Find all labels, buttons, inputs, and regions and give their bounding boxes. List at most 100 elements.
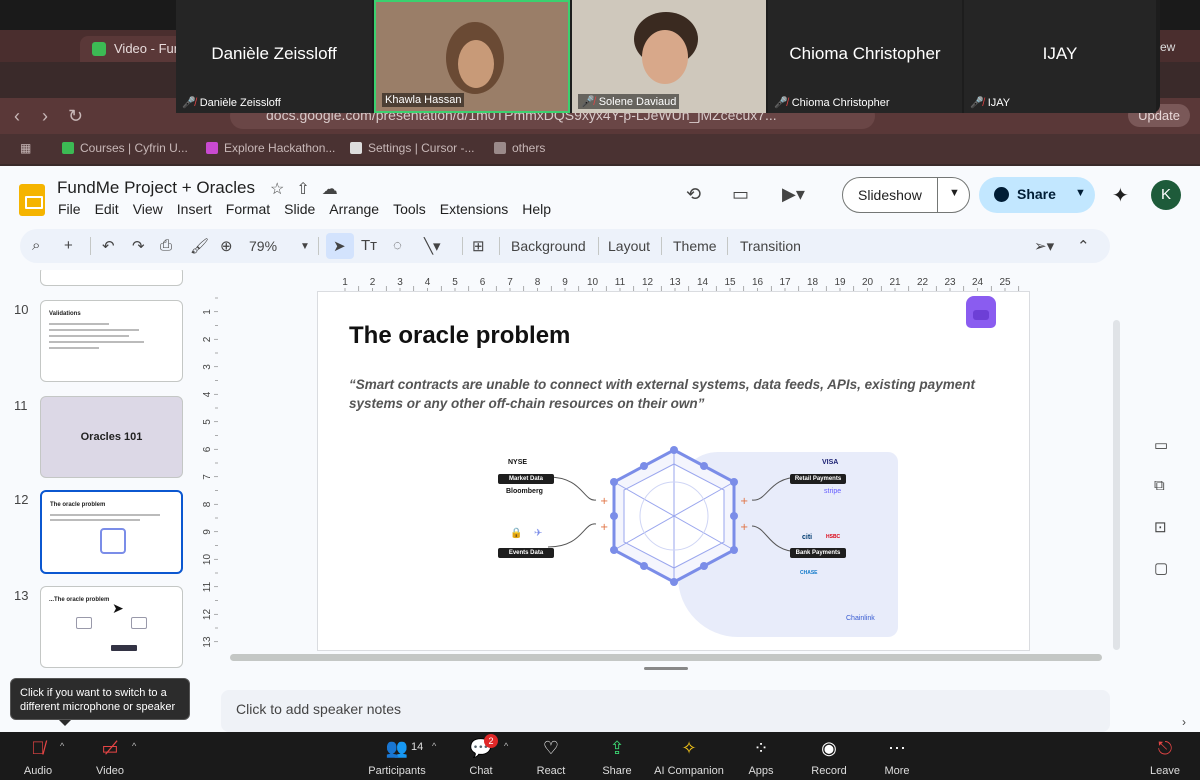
slide-title[interactable]: The oracle problem bbox=[349, 322, 570, 350]
cursor-select-icon[interactable]: ➤ bbox=[333, 237, 346, 255]
chevron-down-icon[interactable]: ▼ bbox=[1075, 187, 1086, 199]
slide-thumbnail[interactable]: Oracles 101 bbox=[40, 396, 183, 478]
slide-quote[interactable]: “Smart contracts are unable to connect w… bbox=[349, 375, 999, 413]
bookmark-courses[interactable]: Courses | Cyfrin U... bbox=[62, 141, 188, 155]
slide-thumbnail-selected[interactable]: The oracle problem bbox=[40, 490, 183, 574]
ruler-label: 25 bbox=[999, 277, 1011, 288]
menu-format[interactable]: Format bbox=[226, 201, 270, 217]
print-icon[interactable]: ⎙ bbox=[160, 237, 172, 254]
bookmark-others[interactable]: others bbox=[494, 141, 545, 155]
document-title[interactable]: FundMe Project + Oracles bbox=[57, 178, 255, 198]
speaker-notes-placeholder[interactable]: Click to add speaker notes bbox=[236, 701, 401, 717]
comments-icon[interactable]: ▭ bbox=[732, 184, 749, 205]
star-icon[interactable]: ☆ bbox=[270, 181, 284, 198]
menu-view[interactable]: View bbox=[133, 201, 163, 217]
more-button[interactable]: ⋯ More bbox=[862, 736, 932, 777]
forward-icon[interactable]: › bbox=[42, 106, 48, 127]
audio-options-chevron-icon[interactable]: ^ bbox=[60, 741, 64, 751]
search-icon[interactable]: ⌕ bbox=[32, 237, 40, 254]
menu-extensions[interactable]: Extensions bbox=[440, 201, 508, 217]
undo-icon[interactable]: ↶ bbox=[102, 237, 115, 255]
pen-tool-icon[interactable]: ➢▾ bbox=[1034, 237, 1054, 255]
react-button[interactable]: ♡ React bbox=[516, 736, 586, 777]
record-button[interactable]: ◉ Record bbox=[794, 736, 864, 777]
view-toggle[interactable]: ew bbox=[1160, 40, 1175, 54]
slide-thumbnail-partial[interactable] bbox=[40, 270, 183, 286]
menu-help[interactable]: Help bbox=[522, 201, 551, 217]
menu-slide[interactable]: Slide bbox=[284, 201, 315, 217]
new-slide-icon[interactable]: + bbox=[64, 237, 73, 254]
participant-tile[interactable]: IJAY 🎤̸ IJAY bbox=[964, 0, 1156, 113]
line-icon[interactable]: ╲▾ bbox=[424, 237, 441, 255]
chat-badge: 2 bbox=[484, 734, 498, 748]
apps-button[interactable]: ⁘ Apps bbox=[726, 736, 796, 777]
bookmark-label: Courses | Cyfrin U... bbox=[80, 141, 188, 155]
move-folder-icon[interactable]: ⇧ bbox=[296, 181, 309, 198]
participant-tile-active[interactable]: Khawla Hassan bbox=[374, 0, 570, 113]
ruler-label: 13 bbox=[202, 636, 213, 648]
shape-icon[interactable]: ◌ bbox=[393, 237, 402, 254]
chat-chevron-icon[interactable]: ^ bbox=[504, 741, 508, 751]
redo-icon[interactable]: ↷ bbox=[132, 237, 145, 255]
back-icon[interactable]: ‹ bbox=[14, 106, 20, 127]
ai-companion-button[interactable]: ✧ AI Companion bbox=[646, 736, 732, 777]
layout-button[interactable]: Layout bbox=[608, 238, 650, 254]
reload-icon[interactable]: ↻ bbox=[68, 106, 83, 127]
thumbnail-diagram bbox=[100, 528, 126, 554]
contacts-icon[interactable]: ⊡ bbox=[1154, 518, 1167, 536]
share-button[interactable]: Share ▼ bbox=[979, 177, 1095, 213]
participant-label: 🎤̸ IJAY bbox=[970, 96, 1010, 109]
menu-arrange[interactable]: Arrange bbox=[329, 201, 379, 217]
slides-logo-icon[interactable] bbox=[19, 184, 45, 216]
bank-payments-tag: Bank Payments bbox=[790, 548, 846, 558]
chevron-down-icon[interactable]: ▼ bbox=[300, 241, 310, 252]
apps-grid-icon[interactable]: ▦ bbox=[20, 141, 31, 155]
keep-icon[interactable]: ▭ bbox=[1154, 436, 1168, 454]
participant-tile[interactable]: 🎤̸ Solene Daviaud bbox=[572, 0, 766, 113]
cloud-status-icon[interactable]: ☁ bbox=[322, 181, 338, 198]
vertical-scrollbar[interactable] bbox=[1113, 320, 1120, 650]
collapse-toolbar-icon[interactable]: ⌃ bbox=[1077, 237, 1090, 255]
thumbnail-text-line bbox=[50, 519, 140, 521]
menu-file[interactable]: File bbox=[58, 201, 81, 217]
video-options-chevron-icon[interactable]: ^ bbox=[132, 741, 136, 751]
meet-camera-icon[interactable]: ▶▾ bbox=[782, 184, 805, 205]
slide-canvas[interactable]: The oracle problem “Smart contracts are … bbox=[318, 292, 1029, 650]
theme-button[interactable]: Theme bbox=[673, 238, 717, 254]
menu-tools[interactable]: Tools bbox=[393, 201, 426, 217]
bookmark-hackathon[interactable]: Explore Hackathon... bbox=[206, 141, 335, 155]
slide-thumbnail[interactable]: Validations bbox=[40, 300, 183, 382]
menu-bar: File Edit View Insert Format Slide Arrange Tool… bbox=[58, 201, 565, 217]
slide-thumbnail[interactable]: ...The oracle problem bbox=[40, 586, 183, 668]
leave-button[interactable]: ⎋ Leave bbox=[1130, 736, 1200, 777]
folder-icon[interactable]: ▢ bbox=[1154, 559, 1168, 577]
notes-resize-handle[interactable] bbox=[644, 667, 688, 670]
satellite-icon: ✈ bbox=[534, 528, 543, 539]
participant-tile[interactable]: Danièle Zeissloff 🎤̸ Danièle Zeissloff bbox=[176, 0, 372, 113]
background-button[interactable]: Background bbox=[511, 238, 586, 254]
zoom-level[interactable]: 79% bbox=[249, 238, 277, 254]
participant-tile[interactable]: Chioma Christopher 🎤̸ Chioma Christopher bbox=[768, 0, 962, 113]
participants-chevron-icon[interactable]: ^ bbox=[432, 741, 436, 751]
menu-insert[interactable]: Insert bbox=[177, 201, 212, 217]
thumbnail-text-line bbox=[49, 347, 99, 349]
gemini-sparkle-icon[interactable]: ✦ bbox=[1112, 183, 1129, 208]
horizontal-scrollbar[interactable] bbox=[230, 654, 1102, 661]
zoom-icon[interactable]: ⊕ bbox=[220, 237, 233, 255]
transition-button[interactable]: Transition bbox=[740, 238, 801, 254]
paint-format-icon[interactable]: 🖌 bbox=[190, 237, 209, 255]
share-screen-button[interactable]: ⇪ Share bbox=[582, 736, 652, 777]
bookmark-favicon-icon bbox=[350, 142, 362, 154]
chevron-right-icon[interactable]: › bbox=[1182, 715, 1186, 729]
bookmark-cursor[interactable]: Settings | Cursor -... bbox=[350, 141, 474, 155]
tasks-icon[interactable]: ⧉ bbox=[1154, 477, 1165, 494]
text-box-icon[interactable]: Tт bbox=[361, 237, 377, 254]
menu-edit[interactable]: Edit bbox=[95, 201, 119, 217]
comment-add-icon[interactable]: ⊞ bbox=[472, 237, 485, 255]
chevron-down-icon[interactable]: ▼ bbox=[949, 187, 960, 199]
slideshow-button[interactable]: Slideshow ▼ bbox=[842, 177, 970, 213]
avatar[interactable]: K bbox=[1151, 180, 1181, 210]
browser-tab[interactable]: Video - Fun bbox=[80, 36, 190, 62]
share-screen-icon: ⇪ bbox=[609, 738, 625, 758]
version-history-icon[interactable]: ⟲ bbox=[686, 184, 701, 205]
